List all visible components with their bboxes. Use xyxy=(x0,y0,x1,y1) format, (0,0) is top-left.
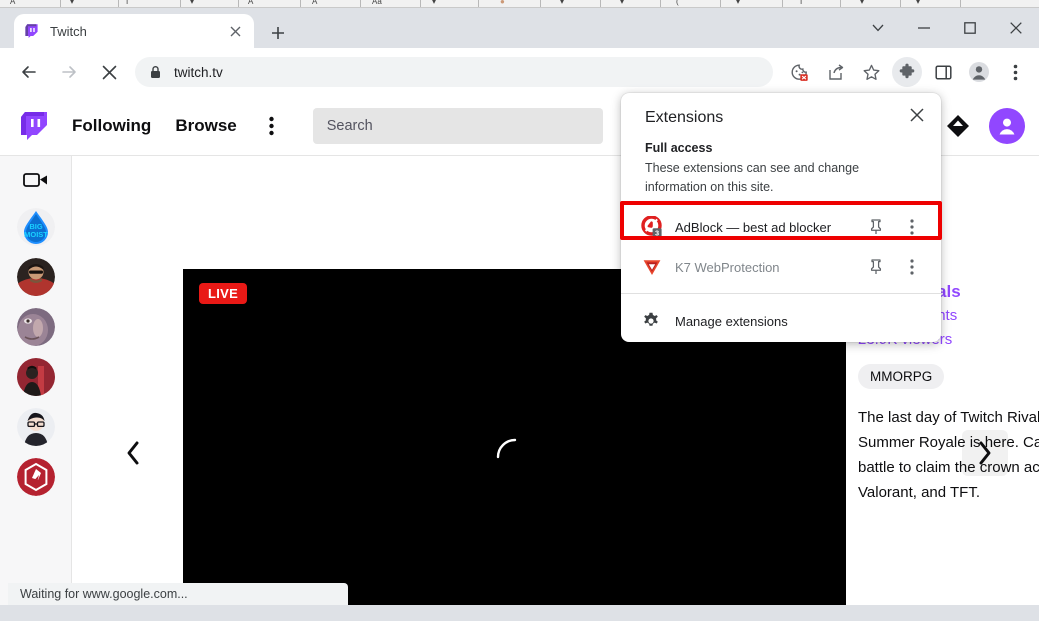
chrome-menu-icon[interactable] xyxy=(1000,57,1030,87)
close-window-button[interactable] xyxy=(993,8,1039,48)
toolbar-right-icons xyxy=(781,57,1039,87)
stop-loading-button[interactable] xyxy=(94,57,124,87)
adblock-badge-count: 3 xyxy=(655,228,659,237)
svg-text:MOIST: MOIST xyxy=(24,230,48,239)
manage-extensions-item[interactable]: Manage extensions xyxy=(621,300,941,342)
extensions-popup-title: Extensions xyxy=(645,109,724,126)
cookie-blocked-icon[interactable] xyxy=(784,57,814,87)
sidebar-item-channel-5[interactable] xyxy=(16,408,55,446)
avatar[interactable] xyxy=(989,107,1025,144)
status-text: Waiting for www.google.com... xyxy=(20,587,188,601)
nav-browse[interactable]: Browse xyxy=(175,116,236,136)
full-access-description: These extensions can see and change info… xyxy=(645,161,860,194)
tab-strip: Twitch xyxy=(0,8,1039,48)
twitch-logo[interactable] xyxy=(20,111,48,141)
tab-search-button[interactable] xyxy=(855,8,901,48)
url-text: twitch.tv xyxy=(174,64,223,80)
extensions-popup: Extensions Full access These extensions … xyxy=(621,93,941,342)
sidebar-item-channel-4[interactable] xyxy=(16,358,55,396)
search-placeholder: Search xyxy=(326,117,373,134)
minimize-button[interactable] xyxy=(901,8,947,48)
live-badge: LIVE xyxy=(199,283,248,304)
new-tab-button[interactable] xyxy=(264,19,292,47)
pin-icon[interactable] xyxy=(863,214,889,240)
popup-divider xyxy=(621,293,941,294)
screen: A ▾ I ▾ A A Aa ▾ ● ▾ ▾ ( ▾ I ▾ ▾ Twitch … xyxy=(0,0,1039,621)
sidebar-item-channel-6[interactable] xyxy=(16,458,55,496)
extensions-popup-header: Extensions xyxy=(621,93,941,131)
sidebar-item-big-moist[interactable]: BIG MOIST xyxy=(16,208,55,246)
lock-icon xyxy=(149,65,162,79)
bookmark-star-icon[interactable] xyxy=(856,57,886,87)
sidebar-item-channel-2[interactable] xyxy=(16,258,55,296)
extension-row-k7-webprotection[interactable]: K7 WebProtection xyxy=(621,247,941,287)
pin-icon[interactable] xyxy=(863,254,889,280)
side-panel-icon[interactable] xyxy=(928,57,958,87)
extension-name-adblock: AdBlock — best ad blocker xyxy=(675,219,832,235)
featured-tag[interactable]: MMORPG xyxy=(858,364,945,389)
profile-avatar-icon[interactable] xyxy=(964,57,994,87)
extension-row-adblock[interactable]: 3 AdBlock — best ad blocker xyxy=(621,207,941,247)
twitch-right-actions xyxy=(945,107,1039,144)
featured-description: The last day of Twitch Rivals Riot Summe… xyxy=(858,409,1039,501)
back-button[interactable] xyxy=(14,57,44,87)
forward-button xyxy=(54,57,84,87)
browser-window: Twitch twitch.tv Following Browse Search… xyxy=(0,8,1039,621)
loading-spinner-icon xyxy=(495,437,535,477)
k7-webprotection-icon xyxy=(641,256,663,278)
browser-tab[interactable]: Twitch xyxy=(14,14,254,48)
adblock-icon: 3 xyxy=(641,215,663,238)
extension-name-k7-webprotection: K7 WebProtection xyxy=(675,259,780,275)
window-controls xyxy=(855,8,1039,48)
carousel-prev-button[interactable] xyxy=(110,430,156,476)
extensions-puzzle-icon[interactable] xyxy=(892,57,922,87)
browser-toolbar: twitch.tv xyxy=(0,48,1039,96)
full-access-heading: Full access xyxy=(645,141,713,155)
twitch-favicon xyxy=(24,23,40,39)
manage-extensions-label: Manage extensions xyxy=(675,313,788,329)
share-icon[interactable] xyxy=(820,57,850,87)
nav-following[interactable]: Following xyxy=(72,116,151,136)
video-camera-icon[interactable] xyxy=(22,170,49,190)
extension-menu-icon-k7-webprotection[interactable] xyxy=(899,254,925,280)
address-bar[interactable]: twitch.tv xyxy=(135,57,773,87)
tab-title: Twitch xyxy=(50,23,87,39)
tab-close-button[interactable] xyxy=(226,22,244,40)
prime-crown-icon[interactable] xyxy=(945,113,971,139)
background-app-toolbar-sliver: A ▾ I ▾ A A Aa ▾ ● ▾ ▾ ( ▾ I ▾ ▾ xyxy=(0,0,1039,8)
status-bar: Waiting for www.google.com... xyxy=(8,583,348,605)
maximize-button[interactable] xyxy=(947,8,993,48)
twitch-side-rail: BIG MOIST xyxy=(0,156,72,605)
close-icon[interactable] xyxy=(903,101,931,129)
nav-more-icon[interactable] xyxy=(261,115,283,137)
sidebar-item-channel-3[interactable] xyxy=(16,308,55,346)
extension-menu-icon-adblock[interactable] xyxy=(899,214,925,240)
gear-icon xyxy=(641,311,661,331)
search-input[interactable]: Search xyxy=(312,107,603,144)
